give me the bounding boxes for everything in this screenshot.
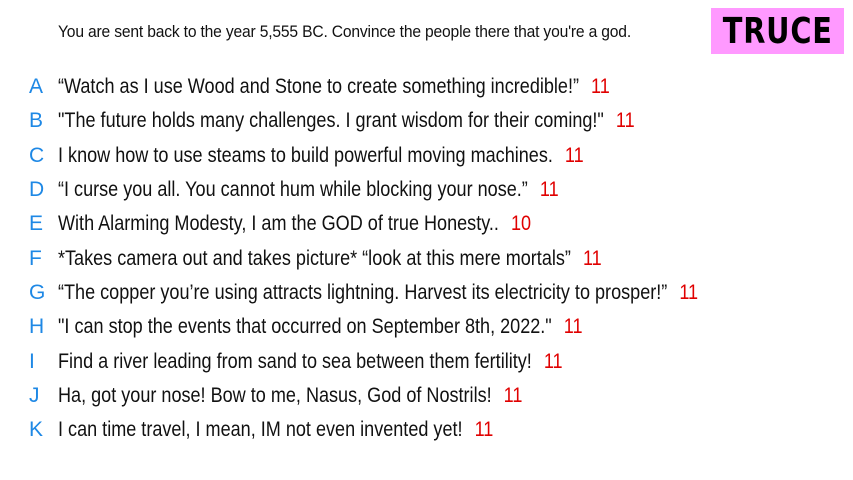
- truce-badge: TRUCE: [711, 8, 844, 54]
- answer-score: 11: [474, 418, 494, 442]
- answer-text: I can time travel, I mean, IM not even i…: [58, 418, 463, 442]
- answer-text: “The copper you’re using attracts lightn…: [58, 280, 668, 304]
- answer-score: 11: [543, 349, 563, 373]
- answer-letter: D: [29, 178, 45, 202]
- prompt-text: You are sent back to the year 5,555 BC. …: [58, 22, 631, 41]
- answer-row: D “I curse you all. You cannot hum while…: [0, 173, 802, 207]
- answer-row: A “Watch as I use Wood and Stone to crea…: [0, 70, 802, 104]
- answer-letter: E: [29, 212, 44, 236]
- answer-score: 10: [511, 212, 532, 236]
- answer-letter: J: [29, 383, 40, 407]
- answer-letter: C: [29, 143, 45, 167]
- answer-text: With Alarming Modesty, I am the GOD of t…: [58, 212, 499, 236]
- answer-text: I know how to use steams to build powerf…: [58, 143, 553, 167]
- answer-row: F *Takes camera out and takes picture* “…: [0, 241, 802, 275]
- answer-row: E With Alarming Modesty, I am the GOD of…: [0, 207, 802, 241]
- answer-row: B "The future holds many challenges. I g…: [0, 104, 802, 138]
- answer-text: “Watch as I use Wood and Stone to create…: [58, 75, 580, 99]
- answer-text: Find a river leading from sand to sea be…: [58, 349, 532, 373]
- answer-letter: K: [29, 418, 44, 442]
- answer-score: 11: [503, 383, 523, 407]
- answer-row: G “The copper you’re using attracts ligh…: [0, 276, 802, 310]
- answer-text: "I can stop the events that occurred on …: [58, 315, 552, 339]
- answer-letter: H: [29, 315, 45, 339]
- answer-score: 11: [563, 315, 583, 339]
- answer-score: 11: [679, 280, 699, 304]
- answer-text: *Takes camera out and takes picture* “lo…: [58, 246, 571, 270]
- answer-row: I Find a river leading from sand to sea …: [0, 344, 802, 378]
- answer-row: K I can time travel, I mean, IM not even…: [0, 413, 802, 447]
- answer-list: A “Watch as I use Wood and Stone to crea…: [0, 70, 802, 447]
- answer-score: 11: [615, 109, 635, 133]
- answer-score: 11: [582, 246, 602, 270]
- answer-letter: A: [29, 75, 44, 99]
- answer-row: H "I can stop the events that occurred o…: [0, 310, 802, 344]
- answer-text: Ha, got your nose! Bow to me, Nasus, God…: [58, 383, 492, 407]
- answer-row: C I know how to use steams to build powe…: [0, 139, 802, 173]
- answer-score: 11: [591, 75, 610, 99]
- answer-letter: F: [29, 246, 42, 270]
- answer-letter: G: [29, 280, 46, 304]
- answer-letter: I: [29, 349, 35, 373]
- answer-score: 11: [539, 178, 559, 202]
- answer-text: “I curse you all. You cannot hum while b…: [58, 178, 528, 202]
- answer-letter: B: [29, 109, 44, 133]
- badge-label: TRUCE: [722, 10, 833, 52]
- answer-text: "The future holds many challenges. I gra…: [58, 109, 604, 133]
- answer-row: J Ha, got your nose! Bow to me, Nasus, G…: [0, 379, 802, 413]
- answer-score: 11: [564, 143, 584, 167]
